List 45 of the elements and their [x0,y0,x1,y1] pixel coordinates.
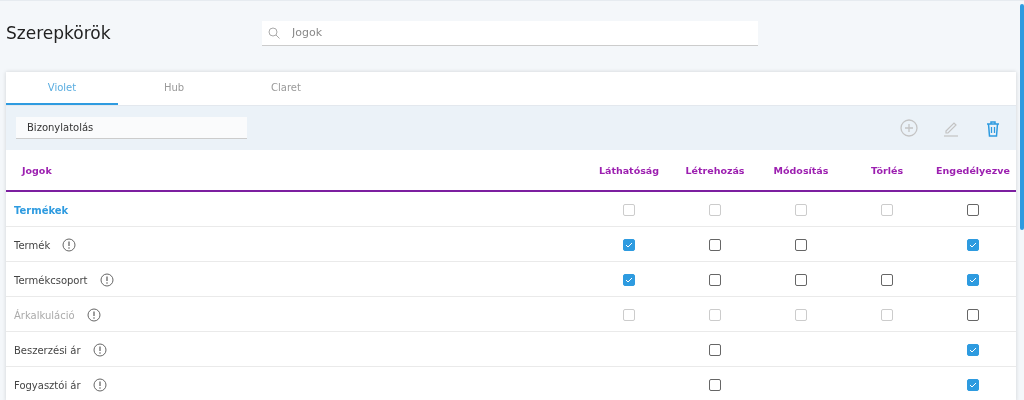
page-title: Szerepkörök [6,23,112,43]
info-icon [92,343,107,357]
module-field[interactable]: Bizonylatolás [16,117,247,139]
check-icon [968,380,978,390]
permission-label: Termékcsoport [14,274,88,286]
permission-label: Fogyasztói ár [14,379,81,391]
column-header: Létrehozás [672,150,758,191]
check-icon [624,240,634,250]
trash-icon [986,119,1000,137]
checkbox[interactable] [967,274,979,286]
checkbox[interactable] [881,274,893,286]
scrollbar[interactable] [1020,4,1024,230]
info-icon [92,378,107,392]
checkbox[interactable] [709,379,721,391]
group-label: Termékek [14,204,69,216]
check-icon [968,345,978,355]
permission-label: Beszerzési ár [14,344,81,356]
column-header: Engedélyezve [930,150,1016,191]
checkbox[interactable] [623,274,635,286]
checkbox[interactable] [709,239,721,251]
info-icon [99,273,114,287]
add-icon [900,119,918,137]
check-icon [968,275,978,285]
check-icon [968,240,978,250]
column-header: Törlés [844,150,930,191]
checkbox[interactable] [967,379,979,391]
column-header: Jogok [6,150,586,191]
checkbox[interactable] [795,239,807,251]
tab[interactable]: Claret [230,72,342,105]
info-icon [86,308,101,322]
checkbox[interactable] [623,239,635,251]
info-icon [62,238,77,252]
checkbox[interactable] [795,274,807,286]
column-header: Módosítás [758,150,844,191]
checkbox[interactable] [709,344,721,356]
tab[interactable]: Hub [118,72,230,105]
permission-label: Termék [14,239,51,251]
permission-label: Árkalkuláció [14,309,75,321]
search-field[interactable]: Jogok [262,20,758,46]
checkbox[interactable] [967,204,979,216]
checkbox[interactable] [967,344,979,356]
check-icon [624,275,634,285]
checkbox[interactable] [967,239,979,251]
checkbox[interactable] [709,274,721,286]
column-header: Láthatóság [586,150,672,191]
